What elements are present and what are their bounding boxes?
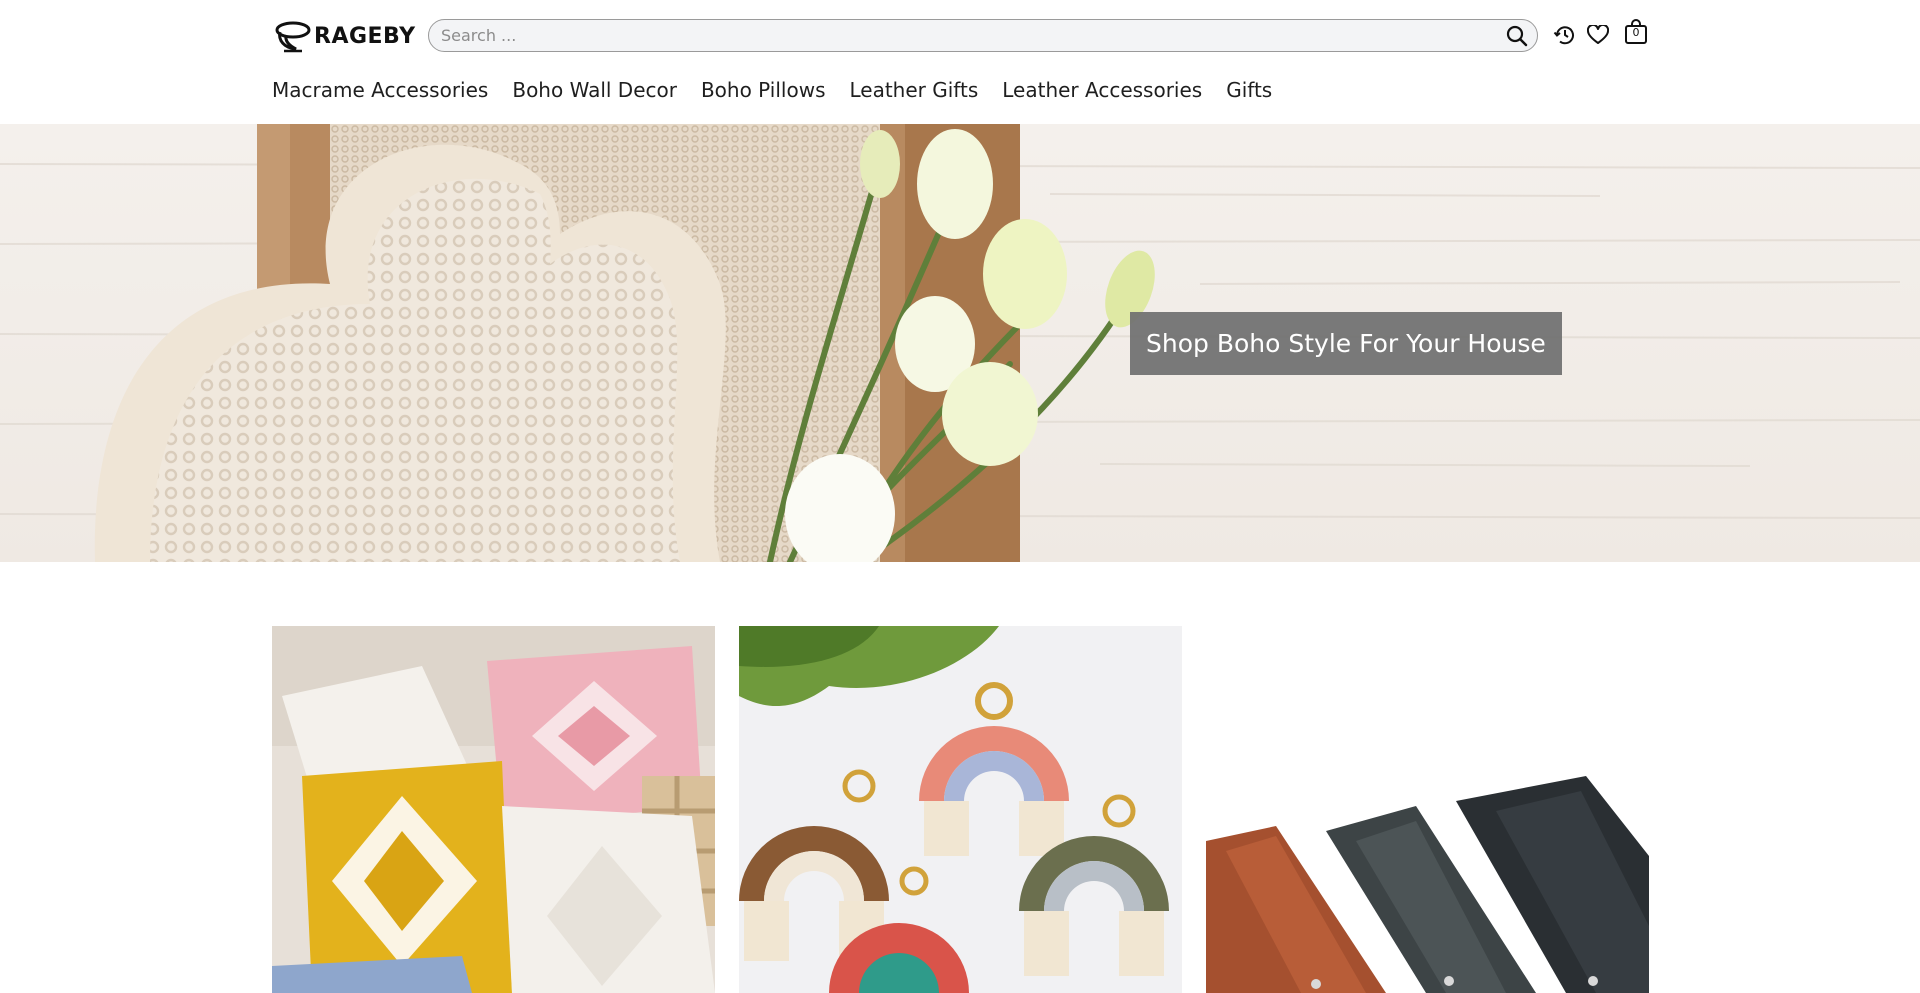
nav-item-leather-accessories[interactable]: Leather Accessories — [1002, 78, 1202, 102]
product-card-macrame-keychains[interactable] — [739, 626, 1182, 993]
search-bar — [428, 19, 1538, 52]
product-grid — [272, 626, 1649, 993]
history-button[interactable] — [1552, 22, 1578, 48]
product-card-boho-pillows[interactable] — [272, 626, 715, 993]
wishlist-button[interactable] — [1585, 22, 1611, 48]
product-card-leather-accessories[interactable] — [1206, 626, 1649, 993]
boho-pillows-photo — [272, 626, 715, 993]
nav-item-macrame-accessories[interactable]: Macrame Accessories — [272, 78, 488, 102]
brand-logo[interactable]: RAGEBY — [274, 16, 416, 56]
logo-swirl-icon — [275, 21, 311, 53]
cart-button[interactable]: 0 — [1623, 19, 1649, 45]
hero-image — [0, 124, 1920, 562]
macrame-rainbow-keychains-photo — [739, 626, 1182, 993]
nav-item-boho-wall-decor[interactable]: Boho Wall Decor — [512, 78, 677, 102]
nav-item-gifts[interactable]: Gifts — [1226, 78, 1272, 102]
heart-icon — [1587, 25, 1609, 44]
main-nav: Macrame Accessories Boho Wall Decor Boho… — [272, 78, 1272, 102]
brand-name: RAGEBY — [314, 23, 416, 49]
cart-count: 0 — [1632, 26, 1640, 39]
search-icon — [1506, 25, 1528, 47]
hero-cta-button[interactable]: Shop Boho Style For Your House — [1130, 312, 1562, 375]
search-button[interactable] — [1505, 24, 1529, 48]
site-header: RAGEBY 0 Macrame Accessories Boho — [0, 0, 1920, 124]
hero-banner[interactable]: Shop Boho Style For Your House — [0, 124, 1920, 562]
nav-item-boho-pillows[interactable]: Boho Pillows — [701, 78, 826, 102]
history-icon — [1553, 26, 1574, 45]
nav-item-leather-gifts[interactable]: Leather Gifts — [849, 78, 978, 102]
search-input[interactable] — [441, 20, 1481, 51]
leather-accessories-photo — [1206, 626, 1649, 993]
